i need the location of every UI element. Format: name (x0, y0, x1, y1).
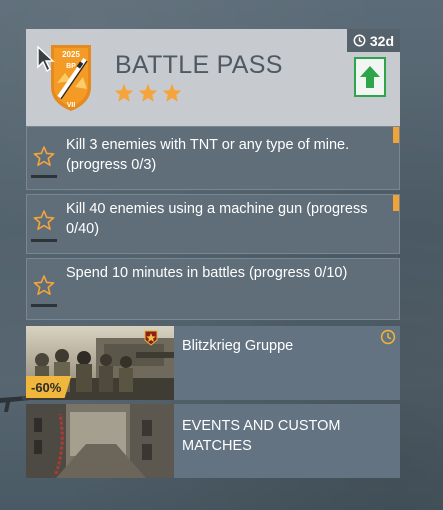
star-outline-icon (33, 146, 55, 167)
battle-pass-title: BATTLE PASS (115, 51, 283, 79)
mouse-cursor-icon (37, 45, 55, 73)
mode-title: EVENTS AND CUSTOM MATCHES (182, 418, 341, 454)
mission-description: Spend 10 minutes in battles (progress 0/… (66, 265, 348, 281)
discount-badge: -60% (26, 376, 72, 398)
clock-icon (353, 34, 366, 47)
battle-pass-upgrade-button[interactable] (354, 57, 386, 97)
season-timer-badge: 32d (346, 29, 400, 52)
mission-progress-bar (31, 239, 57, 242)
mission-card[interactable]: Kill 3 enemies with TNT or any type of m… (26, 126, 400, 190)
battle-pass-stars (114, 83, 182, 103)
mission-flag-marker (393, 195, 399, 211)
timer-icon (380, 329, 396, 345)
mode-card-events[interactable]: EVENTS AND CUSTOM MATCHES (26, 404, 400, 478)
svg-text:VII: VII (67, 102, 76, 109)
mission-description: Kill 3 enemies with TNT or any type of m… (66, 137, 350, 173)
arrow-up-icon (360, 66, 380, 88)
star-icon (114, 84, 134, 102)
star-icon (162, 84, 182, 102)
svg-text:BP: BP (66, 63, 76, 70)
timer-value: 32d (369, 32, 394, 49)
star-icon (138, 84, 158, 102)
svg-text:2025: 2025 (62, 50, 80, 59)
mission-card[interactable]: Kill 40 enemies using a machine gun (pro… (26, 194, 400, 254)
mission-flag-marker (393, 127, 399, 143)
mode-thumbnail-image (26, 404, 174, 478)
mission-progress-bar (31, 175, 57, 178)
mission-description: Kill 40 enemies using a machine gun (pro… (66, 201, 368, 237)
mission-progress-bar (31, 304, 57, 307)
star-outline-icon (33, 210, 55, 231)
mode-thumbnail-image: -60% (26, 326, 174, 400)
squad-rank-icon (144, 330, 158, 346)
mission-card[interactable]: Spend 10 minutes in battles (progress 0/… (26, 258, 400, 320)
mode-card-blitzkrieg[interactable]: -60% Blitzkrieg Gruppe (26, 326, 400, 400)
star-outline-icon (33, 275, 55, 296)
mode-title: Blitzkrieg Gruppe (182, 338, 294, 354)
battle-pass-panel[interactable]: 2025 BP VII BATTLE PASS 32d (26, 29, 400, 126)
